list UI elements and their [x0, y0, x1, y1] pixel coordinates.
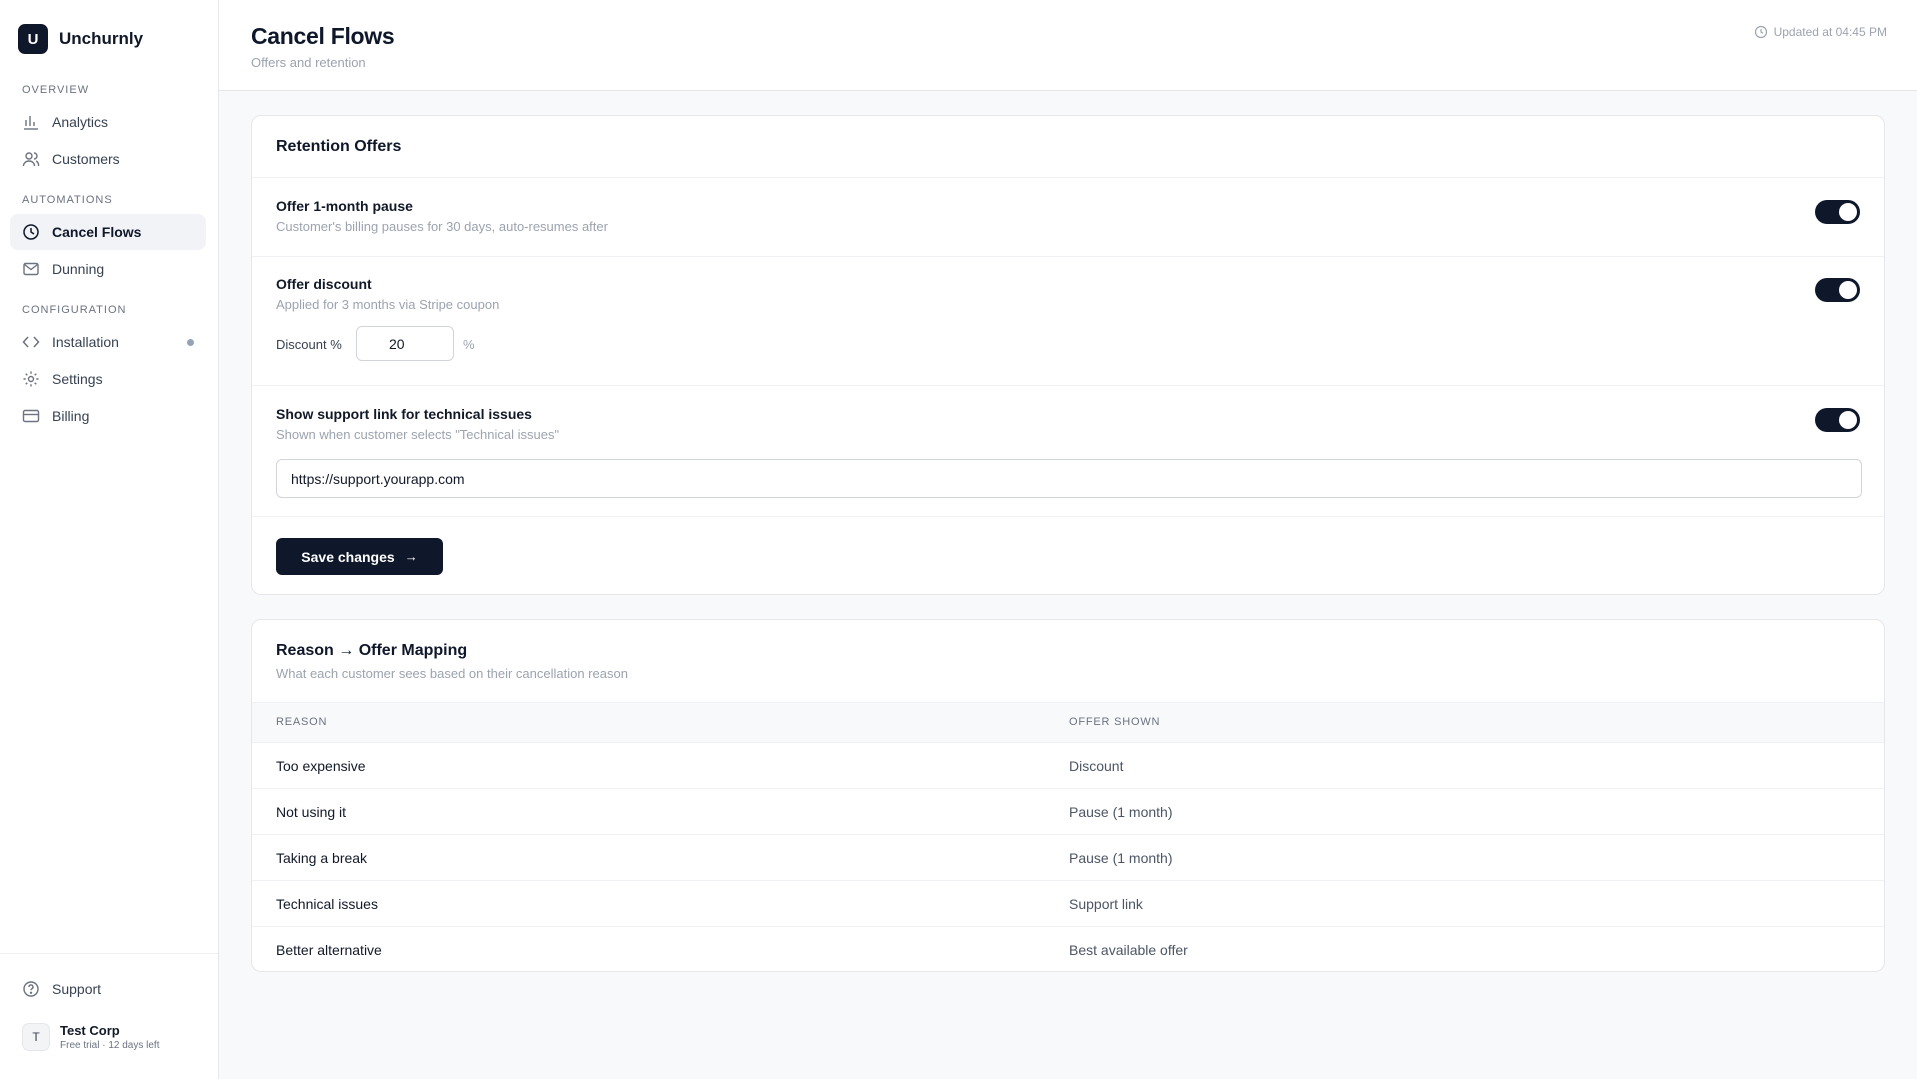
offer-title: Show support link for technical issues [276, 406, 532, 422]
offer-cell: Support link [1069, 896, 1143, 912]
toggle-knob [1839, 203, 1857, 221]
sidebar-item-customers[interactable]: Customers [10, 141, 206, 177]
support-url-input[interactable] [276, 459, 1862, 498]
users-icon [22, 150, 40, 168]
help-circle-icon [22, 980, 40, 998]
offer-cell: Pause (1 month) [1069, 850, 1173, 866]
credit-card-icon [22, 407, 40, 425]
offer-cell: Pause (1 month) [1069, 804, 1173, 820]
sidebar-item-settings[interactable]: Settings [10, 361, 206, 397]
offer-description: Applied for 3 months via Stripe coupon [276, 297, 500, 312]
status-dot [187, 339, 194, 346]
sidebar-item-analytics[interactable]: Analytics [10, 104, 206, 140]
toggle-knob [1839, 281, 1857, 299]
sidebar-item-label: Support [52, 981, 102, 997]
table-header: REASON OFFER SHOWN [252, 702, 1884, 742]
section-label-automations: AUTOMATIONS [22, 194, 113, 206]
avatar: T [22, 1023, 50, 1051]
percent-suffix: % [463, 337, 475, 352]
sidebar-item-label: Billing [52, 408, 90, 424]
save-button[interactable]: Save changes → [276, 538, 443, 575]
updated-text: Updated at 04:45 PM [1773, 25, 1887, 39]
reason-cell: Taking a break [276, 850, 368, 866]
offer-row-pause: Offer 1-month pause Customer's billing p… [252, 177, 1884, 256]
discount-percent-input[interactable] [356, 326, 454, 361]
reason-cell: Not using it [276, 804, 347, 820]
reason-offer-mapping-card: Reason → Offer Mapping What each custome… [251, 619, 1885, 972]
page-header: Cancel Flows Offers and retention Update… [219, 0, 1917, 91]
sidebar-item-label: Analytics [52, 114, 109, 130]
offer-cell: Best available offer [1069, 942, 1188, 958]
account-name: Test Corp [60, 1023, 120, 1038]
offer-description: Customer's billing pauses for 30 days, a… [276, 219, 608, 234]
pause-toggle[interactable] [1815, 200, 1860, 224]
table-row: Taking a break Pause (1 month) [252, 834, 1884, 880]
offer-row-support-link: Show support link for technical issues S… [252, 385, 1884, 516]
card-description: What each customer sees based on their c… [276, 666, 628, 681]
sidebar-item-cancel-flows[interactable]: Cancel Flows [10, 214, 206, 250]
card-title: Reason → Offer Mapping [276, 642, 468, 659]
page-subtitle: Offers and retention [251, 55, 366, 70]
sidebar-item-label: Installation [52, 334, 119, 350]
offer-cell: Discount [1069, 758, 1124, 774]
sidebar-item-dunning[interactable]: Dunning [10, 251, 206, 287]
sidebar-item-installation[interactable]: Installation [10, 324, 206, 360]
account-plan: Free trial · 12 days left [60, 1040, 160, 1051]
discount-label: Discount % [276, 337, 342, 352]
offer-title: Offer 1-month pause [276, 198, 413, 214]
mail-icon [22, 260, 40, 278]
updated-timestamp: Updated at 04:45 PM [1754, 25, 1887, 39]
column-header-reason: REASON [276, 716, 328, 728]
section-label-configuration: CONFIGURATION [22, 304, 127, 316]
toggle-knob [1839, 411, 1857, 429]
table-row: Better alternative Best available offer [252, 926, 1884, 971]
discount-toggle[interactable] [1815, 278, 1860, 302]
column-header-offer: OFFER SHOWN [1069, 716, 1161, 728]
sidebar-item-label: Dunning [52, 261, 105, 277]
reason-cell: Technical issues [276, 896, 378, 912]
table-row: Not using it Pause (1 month) [252, 788, 1884, 834]
support-link-toggle[interactable] [1815, 408, 1860, 432]
account-switcher[interactable]: T Test Corp Free trial · 12 days left [22, 1023, 159, 1051]
gear-icon [22, 370, 40, 388]
sidebar-item-label: Settings [52, 371, 103, 387]
sidebar-item-billing[interactable]: Billing [10, 398, 206, 434]
offer-description: Shown when customer selects "Technical i… [276, 427, 560, 442]
brand-name: Unchurnly [59, 29, 144, 48]
sidebar-item-label: Customers [52, 151, 120, 167]
sidebar-item-label: Cancel Flows [52, 224, 142, 240]
reason-cell: Too expensive [276, 758, 366, 774]
table-row: Technical issues Support link [252, 880, 1884, 926]
brand[interactable]: U Unchurnly [18, 24, 143, 54]
brand-logo: U [18, 24, 48, 54]
code-icon [22, 333, 40, 351]
clock-icon [1754, 25, 1767, 39]
page-title: Cancel Flows [251, 23, 395, 49]
offer-title: Offer discount [276, 276, 372, 292]
save-button-label: Save changes [301, 548, 395, 565]
arrow-right-icon: → [404, 549, 418, 564]
table-row: Too expensive Discount [252, 742, 1884, 788]
card-title: Retention Offers [276, 138, 402, 155]
bar-chart-icon [22, 113, 40, 131]
retention-offers-card: Retention Offers Offer 1-month pause Cus… [251, 115, 1885, 595]
reason-cell: Better alternative [276, 942, 382, 958]
card-actions: Save changes → [252, 516, 1884, 594]
sidebar-item-support[interactable]: Support [10, 971, 206, 1007]
clock-icon [22, 223, 40, 241]
section-label-overview: OVERVIEW [22, 84, 90, 96]
offer-row-discount: Offer discount Applied for 3 months via … [252, 256, 1884, 385]
sidebar: U Unchurnly OVERVIEW Analytics Customers… [0, 0, 219, 1079]
